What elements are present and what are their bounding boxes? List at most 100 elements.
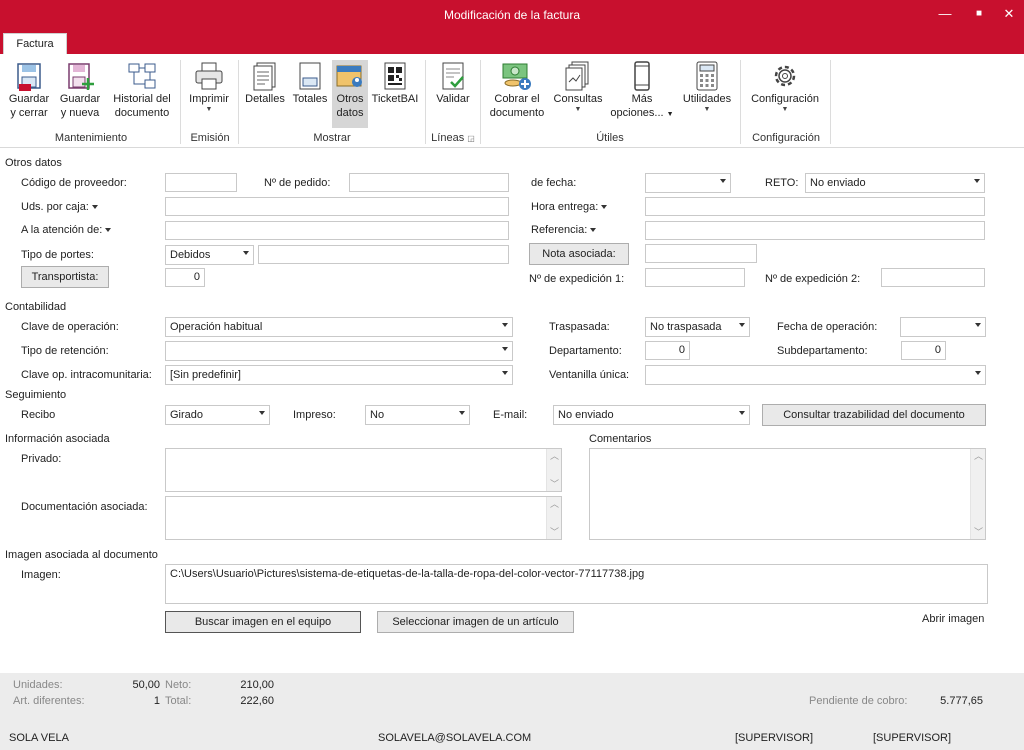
seleccionar-imagen-button[interactable]: Seleccionar imagen de un artículo — [377, 611, 574, 633]
privado-textarea[interactable]: ︿ ﹀ — [165, 448, 562, 492]
ribbon-tab-strip: Factura — [0, 31, 1024, 54]
comentarios-textarea[interactable]: ︿ ﹀ — [589, 448, 986, 540]
abrir-imagen-link[interactable]: Abrir imagen — [922, 613, 984, 625]
n-expedicion-2-input[interactable] — [881, 268, 985, 287]
tipo-portes-select[interactable]: Debidos — [165, 245, 254, 265]
scroll-down-icon[interactable]: ﹀ — [971, 525, 986, 539]
section-seguimiento: Seguimiento — [5, 389, 67, 401]
tipo-retencion-select[interactable] — [165, 341, 513, 361]
status-user-1: [SUPERVISOR] — [735, 732, 814, 744]
a-la-atencion-label[interactable]: A la atención de: — [21, 224, 111, 236]
reto-select[interactable]: No enviado — [805, 173, 985, 193]
save-new-icon — [68, 63, 94, 90]
queries-icon — [565, 61, 589, 91]
referencia-input[interactable] — [645, 221, 985, 240]
tab-factura[interactable]: Factura — [3, 33, 67, 54]
totales-button[interactable]: Totales — [290, 60, 330, 128]
unidades-label: Unidades: — [13, 679, 63, 691]
hora-entrega-input[interactable] — [645, 197, 985, 216]
configuracion-button[interactable]: Configuración ▼ — [746, 60, 824, 128]
other-data-icon — [336, 65, 362, 87]
consultas-button[interactable]: Consultas ▼ — [550, 60, 606, 128]
clave-operacion-select[interactable]: Operación habitual — [165, 317, 513, 337]
ribbon-separator — [480, 60, 481, 144]
group-lineas: Líneas ◲ — [431, 132, 475, 144]
art-diferentes-value: 1 — [153, 695, 160, 707]
clave-intracomunitaria-select[interactable]: [Sin predefinir] — [165, 365, 513, 385]
subdepartamento-label: Subdepartamento: — [777, 345, 868, 357]
email-label: E-mail: — [493, 409, 528, 421]
fecha-operacion-select[interactable] — [900, 317, 986, 337]
utilidades-button[interactable]: Utilidades ▼ — [678, 60, 736, 128]
scroll-up-icon[interactable]: ︿ — [547, 449, 562, 463]
title-bar: Modificación de la factura — ■ ✕ — [0, 0, 1024, 31]
email-select[interactable]: No enviado — [553, 405, 750, 425]
scroll-down-icon[interactable]: ﹀ — [547, 477, 562, 491]
historial-button[interactable]: Historial del documento — [108, 60, 176, 128]
art-diferentes-label: Art. diferentes: — [13, 695, 85, 707]
mobile-icon — [634, 61, 650, 91]
minimize-button[interactable]: — — [928, 0, 962, 28]
transportista-input[interactable]: 0 — [165, 268, 205, 287]
chevron-down-icon — [720, 179, 726, 183]
otros-datos-button[interactable]: Otros datos — [332, 60, 368, 128]
section-otros-datos: Otros datos — [5, 157, 62, 169]
calculator-icon — [696, 61, 718, 91]
n-expedicion-1-input[interactable] — [645, 268, 745, 287]
close-button[interactable]: ✕ — [992, 0, 1024, 28]
cobrar-button[interactable]: Cobrar el documento — [486, 60, 548, 128]
group-utiles: Útiles — [596, 132, 624, 144]
ticketbai-button[interactable]: TicketBAI — [370, 60, 420, 128]
n-pedido-label: Nº de pedido: — [264, 177, 331, 189]
chevron-down-icon — [502, 323, 508, 327]
n-expedicion-1-label: Nº de expedición 1: — [529, 273, 625, 285]
de-fecha-label: de fecha: — [531, 177, 577, 189]
uds-por-caja-label[interactable]: Uds. por caja: — [21, 201, 98, 213]
uds-por-caja-input[interactable] — [165, 197, 509, 216]
documentacion-textarea[interactable]: ︿ ﹀ — [165, 496, 562, 540]
save-close-icon — [17, 63, 41, 91]
imagen-label: Imagen: — [21, 569, 61, 581]
details-icon — [253, 62, 276, 91]
departamento-input[interactable]: 0 — [645, 341, 690, 360]
codigo-proveedor-input[interactable] — [165, 173, 237, 192]
de-fecha-select[interactable] — [645, 173, 731, 193]
imagen-path-field[interactable]: C:\Users\Usuario\Pictures\sistema-de-eti… — [165, 564, 988, 604]
mas-opciones-button[interactable]: Más opciones... ▼ — [608, 60, 676, 128]
chevron-down-icon — [243, 251, 249, 255]
guardar-cerrar-button[interactable]: Guardar y cerrar — [6, 60, 52, 128]
scroll-up-icon[interactable]: ︿ — [547, 497, 562, 511]
history-icon — [128, 63, 156, 89]
privado-scrollbar[interactable]: ︿ ﹀ — [546, 449, 561, 491]
detalles-button[interactable]: Detalles — [243, 60, 287, 128]
scroll-up-icon[interactable]: ︿ — [971, 449, 986, 463]
transportista-button[interactable]: Transportista: — [21, 266, 109, 288]
imprimir-button[interactable]: Imprimir ▼ — [186, 60, 232, 128]
scroll-down-icon[interactable]: ﹀ — [547, 525, 562, 539]
n-pedido-input[interactable] — [349, 173, 509, 192]
hora-entrega-label[interactable]: Hora entrega: — [531, 201, 607, 213]
guardar-nueva-button[interactable]: Guardar y nueva — [56, 60, 104, 128]
traspasada-select[interactable]: No traspasada — [645, 317, 750, 337]
comentarios-scrollbar[interactable]: ︿ ﹀ — [970, 449, 985, 539]
referencia-label[interactable]: Referencia: — [531, 224, 596, 236]
pendiente-cobro-label: Pendiente de cobro: — [809, 695, 908, 707]
validar-button[interactable]: Validar — [432, 60, 474, 128]
maximize-button[interactable]: ■ — [962, 0, 996, 28]
recibo-label: Recibo — [21, 409, 56, 421]
a-la-atencion-input[interactable] — [165, 221, 509, 240]
consultar-trazabilidad-button[interactable]: Consultar trazabilidad del documento — [762, 404, 986, 426]
collect-money-icon — [502, 63, 531, 90]
tipo-portes-extra-input[interactable] — [258, 245, 509, 264]
fecha-operacion-label: Fecha de operación: — [777, 321, 878, 333]
ventanilla-unica-select[interactable] — [645, 365, 986, 385]
subdepartamento-input[interactable]: 0 — [901, 341, 946, 360]
section-contabilidad: Contabilidad — [5, 301, 67, 313]
buscar-imagen-button[interactable]: Buscar imagen en el equipo — [165, 611, 361, 633]
documentacion-scrollbar[interactable]: ︿ ﹀ — [546, 497, 561, 539]
ribbon: Guardar y cerrar Guardar y nueva Histori… — [0, 54, 1024, 148]
impreso-select[interactable]: No — [365, 405, 470, 425]
recibo-select[interactable]: Girado — [165, 405, 270, 425]
nota-asociada-button[interactable]: Nota asociada: — [529, 243, 629, 265]
nota-asociada-input[interactable] — [645, 244, 757, 263]
